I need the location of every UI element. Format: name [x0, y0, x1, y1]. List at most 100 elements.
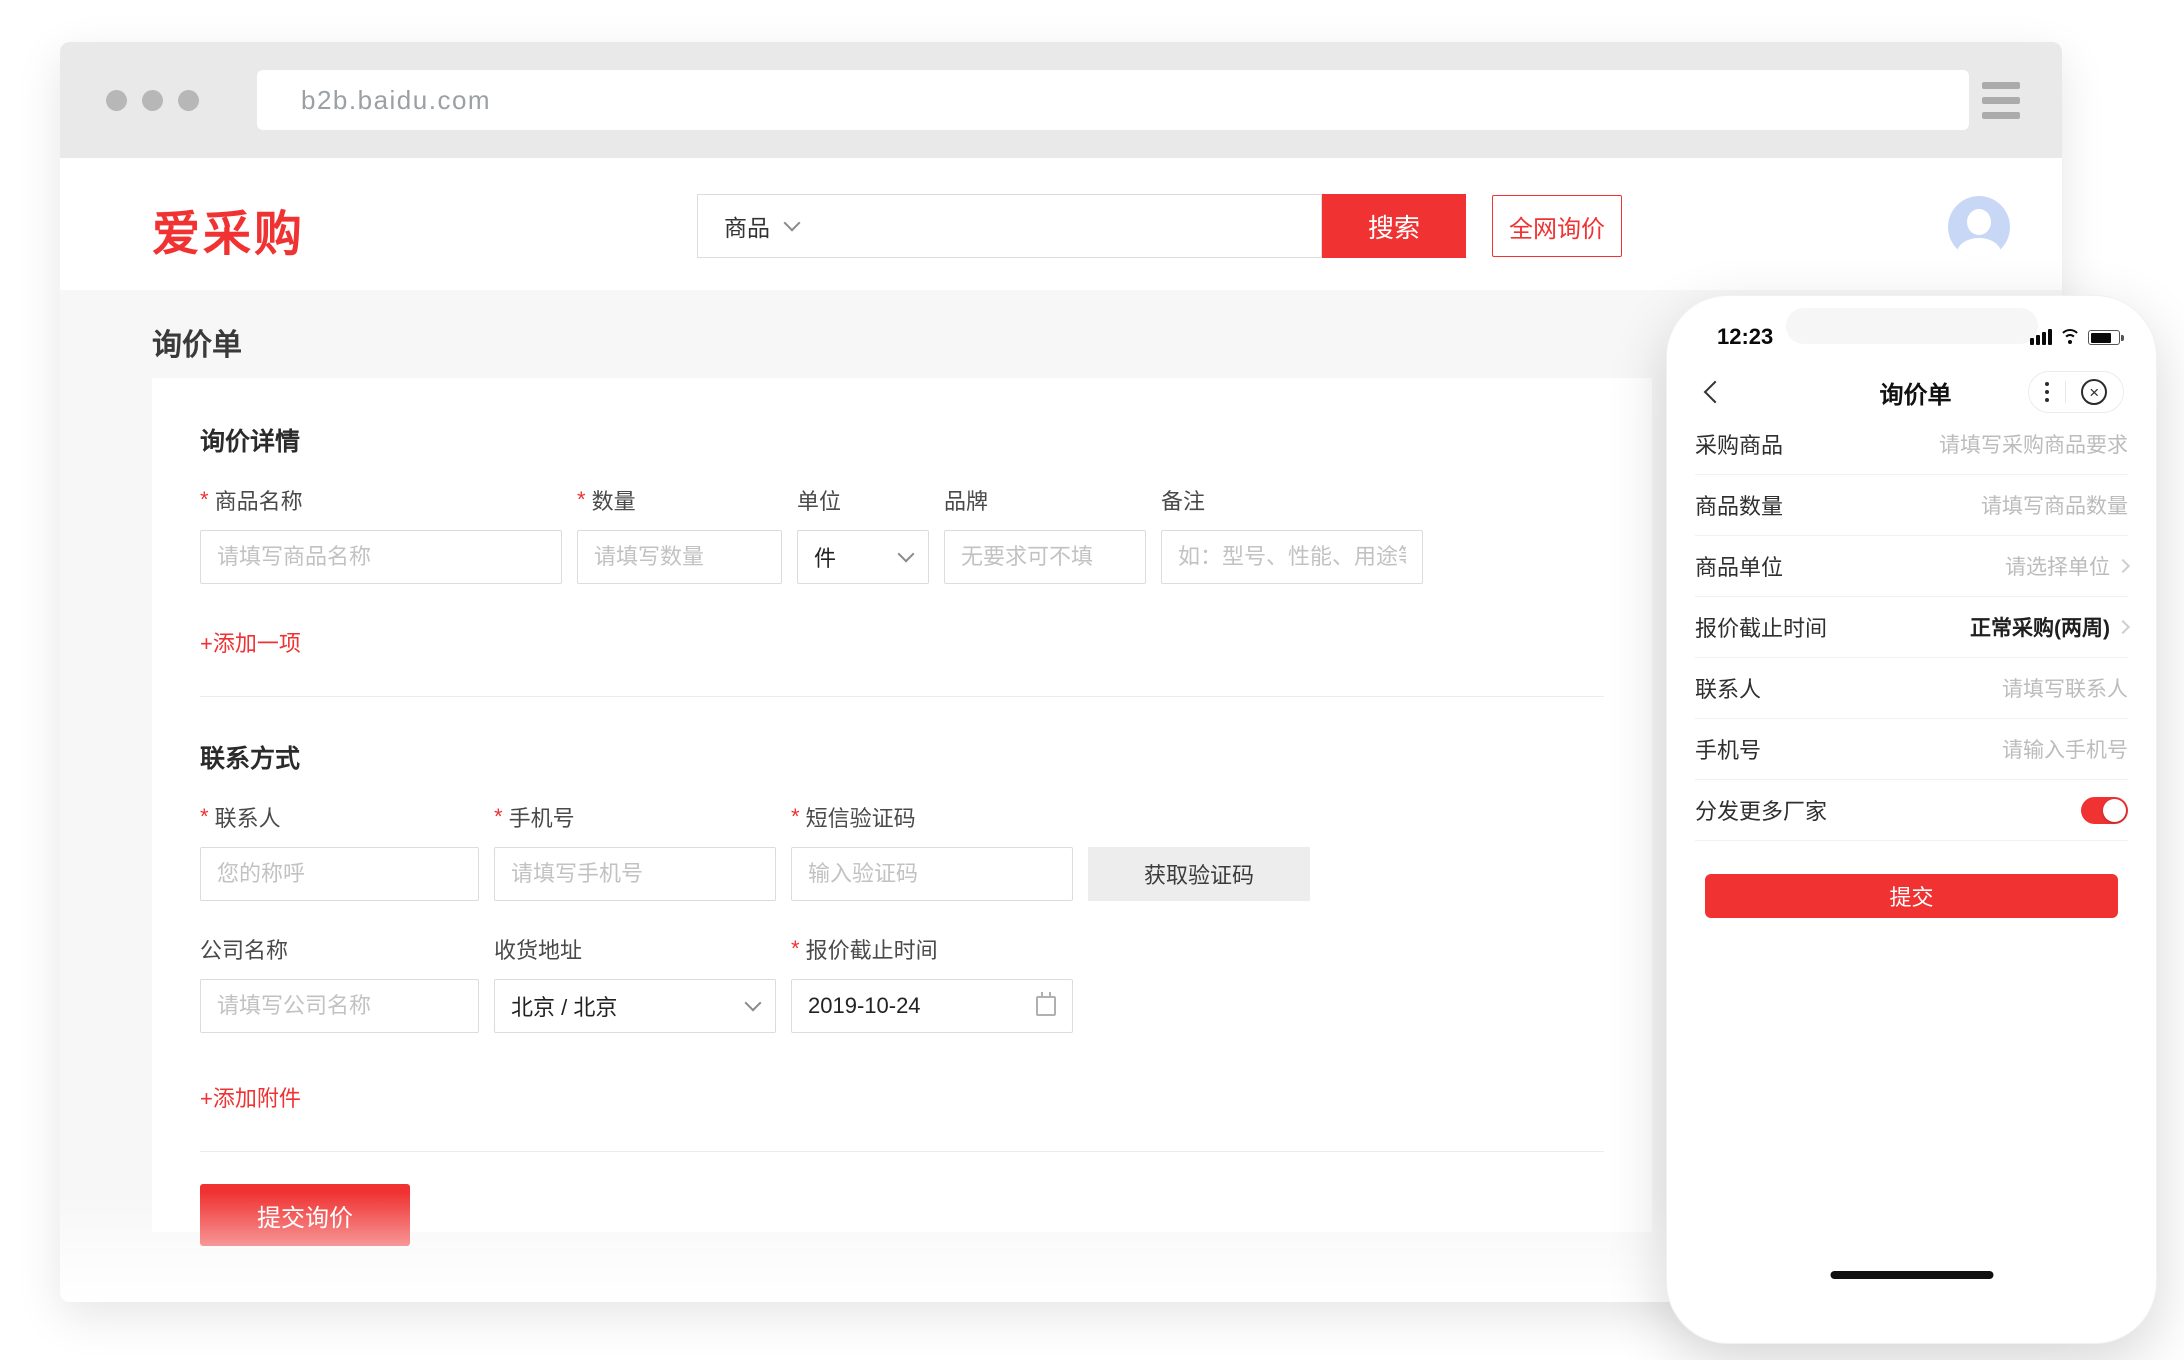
- user-avatar[interactable]: [1948, 196, 2010, 258]
- menu-icon[interactable]: [1982, 82, 2020, 119]
- get-code-button[interactable]: 获取验证码: [1088, 847, 1310, 901]
- brand-field: 品牌: [944, 484, 1146, 584]
- required-asterisk: *: [200, 804, 209, 830]
- brand-input[interactable]: [944, 530, 1146, 584]
- quantity-label: 数量: [592, 484, 636, 516]
- product-name-input[interactable]: [200, 530, 562, 584]
- inquiry-form-card: 询价详情 * 商品名称 * 数量: [152, 378, 1652, 1232]
- address-label: 收货地址: [494, 933, 582, 965]
- sms-code-input[interactable]: [791, 847, 1073, 901]
- phone-submit-button[interactable]: 提交: [1705, 874, 2118, 918]
- brand-label: 品牌: [944, 484, 988, 516]
- row-placeholder: 请填写商品数量: [1981, 490, 2128, 520]
- required-asterisk: *: [791, 936, 800, 962]
- chevron-right-icon: [2116, 559, 2130, 573]
- contact-field-row-1: * 联系人 * 手机号 *: [200, 801, 1604, 901]
- required-asterisk: *: [577, 487, 586, 513]
- window-control-dot[interactable]: [142, 90, 163, 111]
- status-time: 12:23: [1717, 324, 1773, 350]
- deadline-value: 2019-10-24: [808, 993, 921, 1019]
- avatar-person-icon: [1967, 209, 1991, 235]
- phone-form-list: 采购商品 请填写采购商品要求 商品数量 请填写商品数量 商品单位 请选择单位 报…: [1695, 414, 2128, 841]
- row-quantity[interactable]: 商品数量 请填写商品数量: [1695, 475, 2128, 536]
- deadline-date-picker[interactable]: 2019-10-24: [791, 979, 1073, 1033]
- phone-nav-bar: 询价单 ×: [1707, 370, 2124, 414]
- company-label: 公司名称: [200, 933, 288, 965]
- sms-code-field: * 短信验证码: [791, 801, 1073, 901]
- row-purchase-item[interactable]: 采购商品 请填写采购商品要求: [1695, 414, 2128, 475]
- section-divider: [200, 1151, 1604, 1152]
- row-placeholder: 请填写联系人: [2002, 673, 2128, 703]
- row-value: 正常采购(两周): [1970, 612, 2110, 642]
- row-contact[interactable]: 联系人 请填写联系人: [1695, 658, 2128, 719]
- row-placeholder: 请填写采购商品要求: [1939, 429, 2128, 459]
- search-bar: 商品 搜索 全网询价: [697, 194, 1622, 258]
- required-asterisk: *: [494, 804, 503, 830]
- row-placeholder: 请选择单位: [2005, 551, 2110, 581]
- detail-section-title: 询价详情: [200, 422, 1604, 458]
- site-logo[interactable]: 爱采购: [152, 194, 305, 264]
- sms-code-label: 短信验证码: [806, 801, 916, 833]
- address-select[interactable]: 北京 / 北京: [494, 979, 776, 1033]
- product-name-label: 商品名称: [215, 484, 303, 516]
- row-deadline[interactable]: 报价截止时间 正常采购(两周): [1695, 597, 2128, 658]
- phone-status-bar: 12:23: [1717, 324, 2120, 350]
- address-bar[interactable]: b2b.baidu.com: [257, 70, 1969, 130]
- browser-chrome: b2b.baidu.com: [60, 42, 2062, 158]
- distribute-toggle[interactable]: [2081, 797, 2128, 824]
- contact-section-title: 联系方式: [200, 739, 1604, 775]
- search-button[interactable]: 搜索: [1322, 194, 1466, 258]
- chevron-down-icon: [745, 995, 762, 1012]
- search-category-label: 商品: [724, 209, 770, 243]
- row-distribute: 分发更多厂家: [1695, 780, 2128, 841]
- address-field: 收货地址 北京 / 北京: [494, 933, 776, 1033]
- contact-field-row-2: 公司名称 收货地址 北京 / 北京: [200, 933, 1604, 1033]
- company-field: 公司名称: [200, 933, 479, 1033]
- detail-field-row: * 商品名称 * 数量 单位: [200, 484, 1604, 584]
- add-attachment-link[interactable]: +添加附件: [200, 1081, 301, 1113]
- window-control-dot[interactable]: [178, 90, 199, 111]
- address-value: 北京 / 北京: [511, 990, 617, 1022]
- deadline-field: * 报价截止时间 2019-10-24: [791, 933, 1073, 1033]
- chevron-right-icon: [2116, 620, 2130, 634]
- quantity-input[interactable]: [577, 530, 782, 584]
- add-item-link[interactable]: +添加一项: [200, 626, 301, 658]
- quantity-field: * 数量: [577, 484, 782, 584]
- signal-icon: [2030, 329, 2052, 345]
- page-title: 询价单: [152, 320, 242, 364]
- remark-field: 备注: [1161, 484, 1423, 584]
- miniprogram-capsule: ×: [2028, 371, 2124, 413]
- company-input[interactable]: [200, 979, 479, 1033]
- required-asterisk: *: [200, 487, 209, 513]
- calendar-icon: [1036, 996, 1056, 1016]
- contact-name-field: * 联系人: [200, 801, 479, 901]
- remark-input[interactable]: [1161, 530, 1423, 584]
- section-divider: [200, 696, 1604, 697]
- window-control-dot[interactable]: [106, 90, 127, 111]
- mobile-input[interactable]: [494, 847, 776, 901]
- row-mobile[interactable]: 手机号 请输入手机号: [1695, 719, 2128, 780]
- chevron-down-icon: [784, 215, 801, 232]
- product-name-field: * 商品名称: [200, 484, 562, 584]
- window-controls[interactable]: [106, 90, 199, 111]
- home-indicator[interactable]: [1830, 1271, 1993, 1279]
- site-header: 爱采购 商品 搜索 全网询价: [60, 158, 2062, 290]
- chevron-down-icon: [898, 546, 915, 563]
- more-icon[interactable]: [2045, 382, 2049, 402]
- row-placeholder: 请输入手机号: [2002, 734, 2128, 764]
- unit-field: 单位 件: [797, 484, 929, 584]
- mobile-field: * 手机号: [494, 801, 776, 901]
- contact-name-label: 联系人: [215, 801, 281, 833]
- unit-label: 单位: [797, 484, 841, 516]
- row-unit[interactable]: 商品单位 请选择单位: [1695, 536, 2128, 597]
- submit-inquiry-button[interactable]: 提交询价: [200, 1184, 410, 1246]
- required-asterisk: *: [791, 804, 800, 830]
- mobile-label: 手机号: [509, 801, 575, 833]
- unit-select[interactable]: 件: [797, 530, 929, 584]
- unit-value: 件: [814, 541, 836, 573]
- contact-name-input[interactable]: [200, 847, 479, 901]
- all-net-inquiry-button[interactable]: 全网询价: [1492, 195, 1622, 257]
- search-category-select[interactable]: 商品: [697, 194, 1322, 258]
- wifi-icon: [2059, 329, 2081, 345]
- close-icon[interactable]: ×: [2081, 379, 2107, 405]
